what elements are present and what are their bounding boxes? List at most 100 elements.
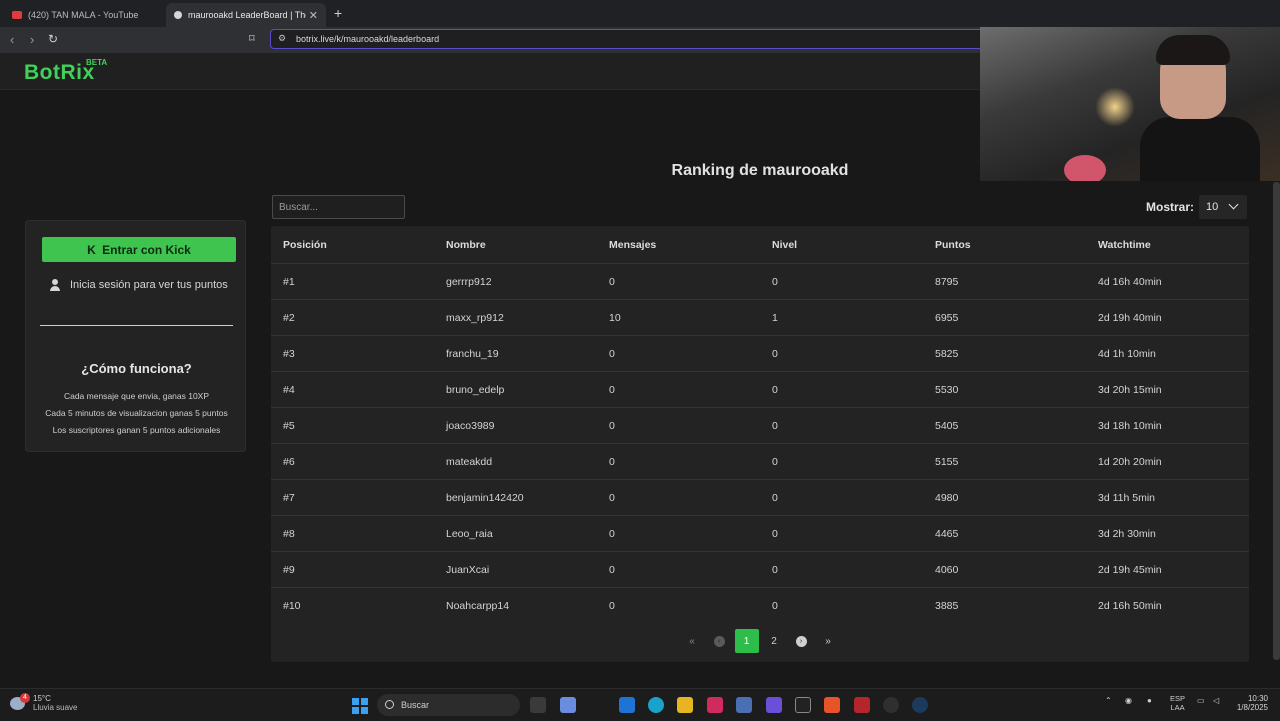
- tab-leaderboard[interactable]: maurooakd LeaderBoard | The b ✕: [166, 3, 326, 27]
- obs-icon[interactable]: [766, 697, 782, 713]
- wifi-icon[interactable]: ▭: [1197, 696, 1205, 705]
- address-bar[interactable]: ⚙ botrix.live/k/maurooakd/leaderboard: [270, 29, 990, 49]
- kick-login-button[interactable]: K Entrar con Kick: [42, 237, 236, 262]
- volume-icon[interactable]: ◁: [1213, 696, 1219, 705]
- forward-icon[interactable]: ›: [30, 32, 34, 47]
- clock[interactable]: 10:30 1/8/2025: [1228, 694, 1268, 712]
- table-row: #7 benjamin142420 0 0 4980 3d 11h 5min: [271, 479, 1249, 516]
- new-tab-icon[interactable]: +: [334, 5, 342, 21]
- next-glyph: ›: [799, 637, 803, 645]
- weather-temp: 15°C: [33, 694, 51, 703]
- first-page-icon: «: [689, 635, 695, 647]
- github-icon[interactable]: [883, 697, 899, 713]
- cell-position: #1: [271, 263, 434, 300]
- login-prompt-text: Inicia sesión para ver tus puntos: [70, 279, 228, 291]
- cell-name: maxx_rp912: [434, 299, 597, 336]
- cell-points: 6955: [923, 299, 1086, 336]
- cell-messages: 0: [597, 551, 760, 588]
- col-header-messages: Mensajes: [609, 238, 657, 251]
- cell-messages: 0: [597, 407, 760, 444]
- page-1-label: 1: [743, 635, 750, 647]
- weather-desc: Lluvia suave: [33, 703, 78, 712]
- outlook-icon[interactable]: [619, 697, 635, 713]
- cell-level: 0: [760, 407, 923, 444]
- mm-icon[interactable]: [795, 697, 811, 713]
- page-1-button[interactable]: 1: [734, 629, 759, 653]
- windows-taskbar: 4 15°C Lluvia suave Buscar ⌃ ◉ ● ESP LAA…: [0, 688, 1280, 721]
- cell-name: bruno_edelp: [434, 371, 597, 408]
- cell-watchtime: 3d 20h 15min: [1086, 371, 1249, 408]
- lang-bottom: LAA: [1170, 703, 1185, 712]
- cell-position: #6: [271, 443, 434, 480]
- prev-page-button[interactable]: ‹: [706, 629, 733, 653]
- task-view-icon[interactable]: [530, 697, 546, 713]
- last-page-icon: »: [825, 635, 831, 647]
- cell-messages: 0: [597, 443, 760, 480]
- tiktok-icon[interactable]: [707, 697, 723, 713]
- cell-messages: 0: [597, 263, 760, 300]
- site-settings-icon[interactable]: ⚙: [278, 33, 286, 44]
- cell-position: #8: [271, 515, 434, 552]
- url-text: botrix.live/k/maurooakd/leaderboard: [296, 34, 440, 44]
- copilot-icon[interactable]: [560, 697, 576, 713]
- table-row: #2 maxx_rp912 10 1 6955 2d 19h 40min: [271, 299, 1249, 336]
- prev-page-icon: ‹: [713, 635, 725, 647]
- page-scrollbar[interactable]: [1273, 182, 1280, 660]
- youtube-favicon-icon: [12, 11, 22, 19]
- cell-points: 5825: [923, 335, 1086, 372]
- tab-youtube[interactable]: (420) TAN MALA - YouTube: [4, 3, 164, 27]
- cell-position: #4: [271, 371, 434, 408]
- app-icon[interactable]: [736, 697, 752, 713]
- botrix-logo[interactable]: BotRix: [24, 61, 95, 85]
- taskbar-search[interactable]: Buscar: [377, 694, 520, 716]
- windows-start-icon[interactable]: [352, 698, 368, 714]
- prev-glyph: ‹: [717, 637, 721, 645]
- table-row: #8 Leoo_raia 0 0 4465 3d 2h 30min: [271, 515, 1249, 552]
- search-input[interactable]: [272, 195, 405, 219]
- language-indicator[interactable]: ESP LAA: [1170, 694, 1185, 712]
- show-label: Mostrar:: [1146, 200, 1195, 214]
- back-icon[interactable]: ‹: [10, 32, 14, 47]
- how-it-works-title: ¿Cómo funciona?: [81, 361, 192, 376]
- cell-level: 0: [760, 371, 923, 408]
- cell-name: mateakdd: [434, 443, 597, 480]
- reload-icon[interactable]: ↻: [48, 32, 58, 46]
- show-count-select[interactable]: 10: [1199, 195, 1247, 219]
- table-row: #6 mateakdd 0 0 5155 1d 20h 20min: [271, 443, 1249, 480]
- cell-name: Leoo_raia: [434, 515, 597, 552]
- voicemod-icon[interactable]: [854, 697, 870, 713]
- weather-widget[interactable]: 4 15°C Lluvia suave: [10, 693, 78, 712]
- cell-level: 0: [760, 479, 923, 516]
- browser-tab-bar: (420) TAN MALA - YouTube maurooakd Leade…: [0, 0, 1280, 27]
- cell-position: #10: [271, 587, 434, 623]
- cell-messages: 0: [597, 587, 760, 623]
- cell-messages: 0: [597, 371, 760, 408]
- streamer-body: [1140, 117, 1260, 181]
- cell-position: #7: [271, 479, 434, 516]
- close-tab-icon[interactable]: ✕: [309, 9, 318, 22]
- file-explorer-icon[interactable]: [677, 697, 693, 713]
- edge-icon[interactable]: [648, 697, 664, 713]
- show-count-value: 10: [1206, 201, 1219, 213]
- mic-icon[interactable]: ●: [1147, 696, 1152, 705]
- tray-chevron-icon[interactable]: ⌃: [1105, 696, 1112, 705]
- next-page-button[interactable]: ›: [788, 629, 815, 653]
- cell-watchtime: 3d 11h 5min: [1086, 479, 1249, 516]
- network-icon[interactable]: ◉: [1125, 696, 1132, 705]
- pagination: « ‹ 1 2 › »: [271, 629, 1249, 653]
- lang-top: ESP: [1170, 694, 1186, 703]
- table-row: #3 franchu_19 0 0 5825 4d 1h 10min: [271, 335, 1249, 372]
- brave-icon[interactable]: [824, 697, 840, 713]
- tab-title: (420) TAN MALA - YouTube: [28, 10, 139, 20]
- bookmark-icon[interactable]: ⌑: [249, 32, 255, 45]
- cell-position: #3: [271, 335, 434, 372]
- cell-watchtime: 1d 20h 20min: [1086, 443, 1249, 480]
- clock-date: 1/8/2025: [1236, 703, 1268, 712]
- cell-watchtime: 3d 2h 30min: [1086, 515, 1249, 552]
- login-prompt: Inicia sesión para ver tus puntos: [50, 279, 228, 291]
- first-page-button[interactable]: «: [679, 629, 706, 653]
- last-page-button[interactable]: »: [815, 629, 842, 653]
- steam-icon[interactable]: [912, 697, 928, 713]
- page-2-button[interactable]: 2: [761, 629, 788, 653]
- cell-watchtime: 4d 1h 10min: [1086, 335, 1249, 372]
